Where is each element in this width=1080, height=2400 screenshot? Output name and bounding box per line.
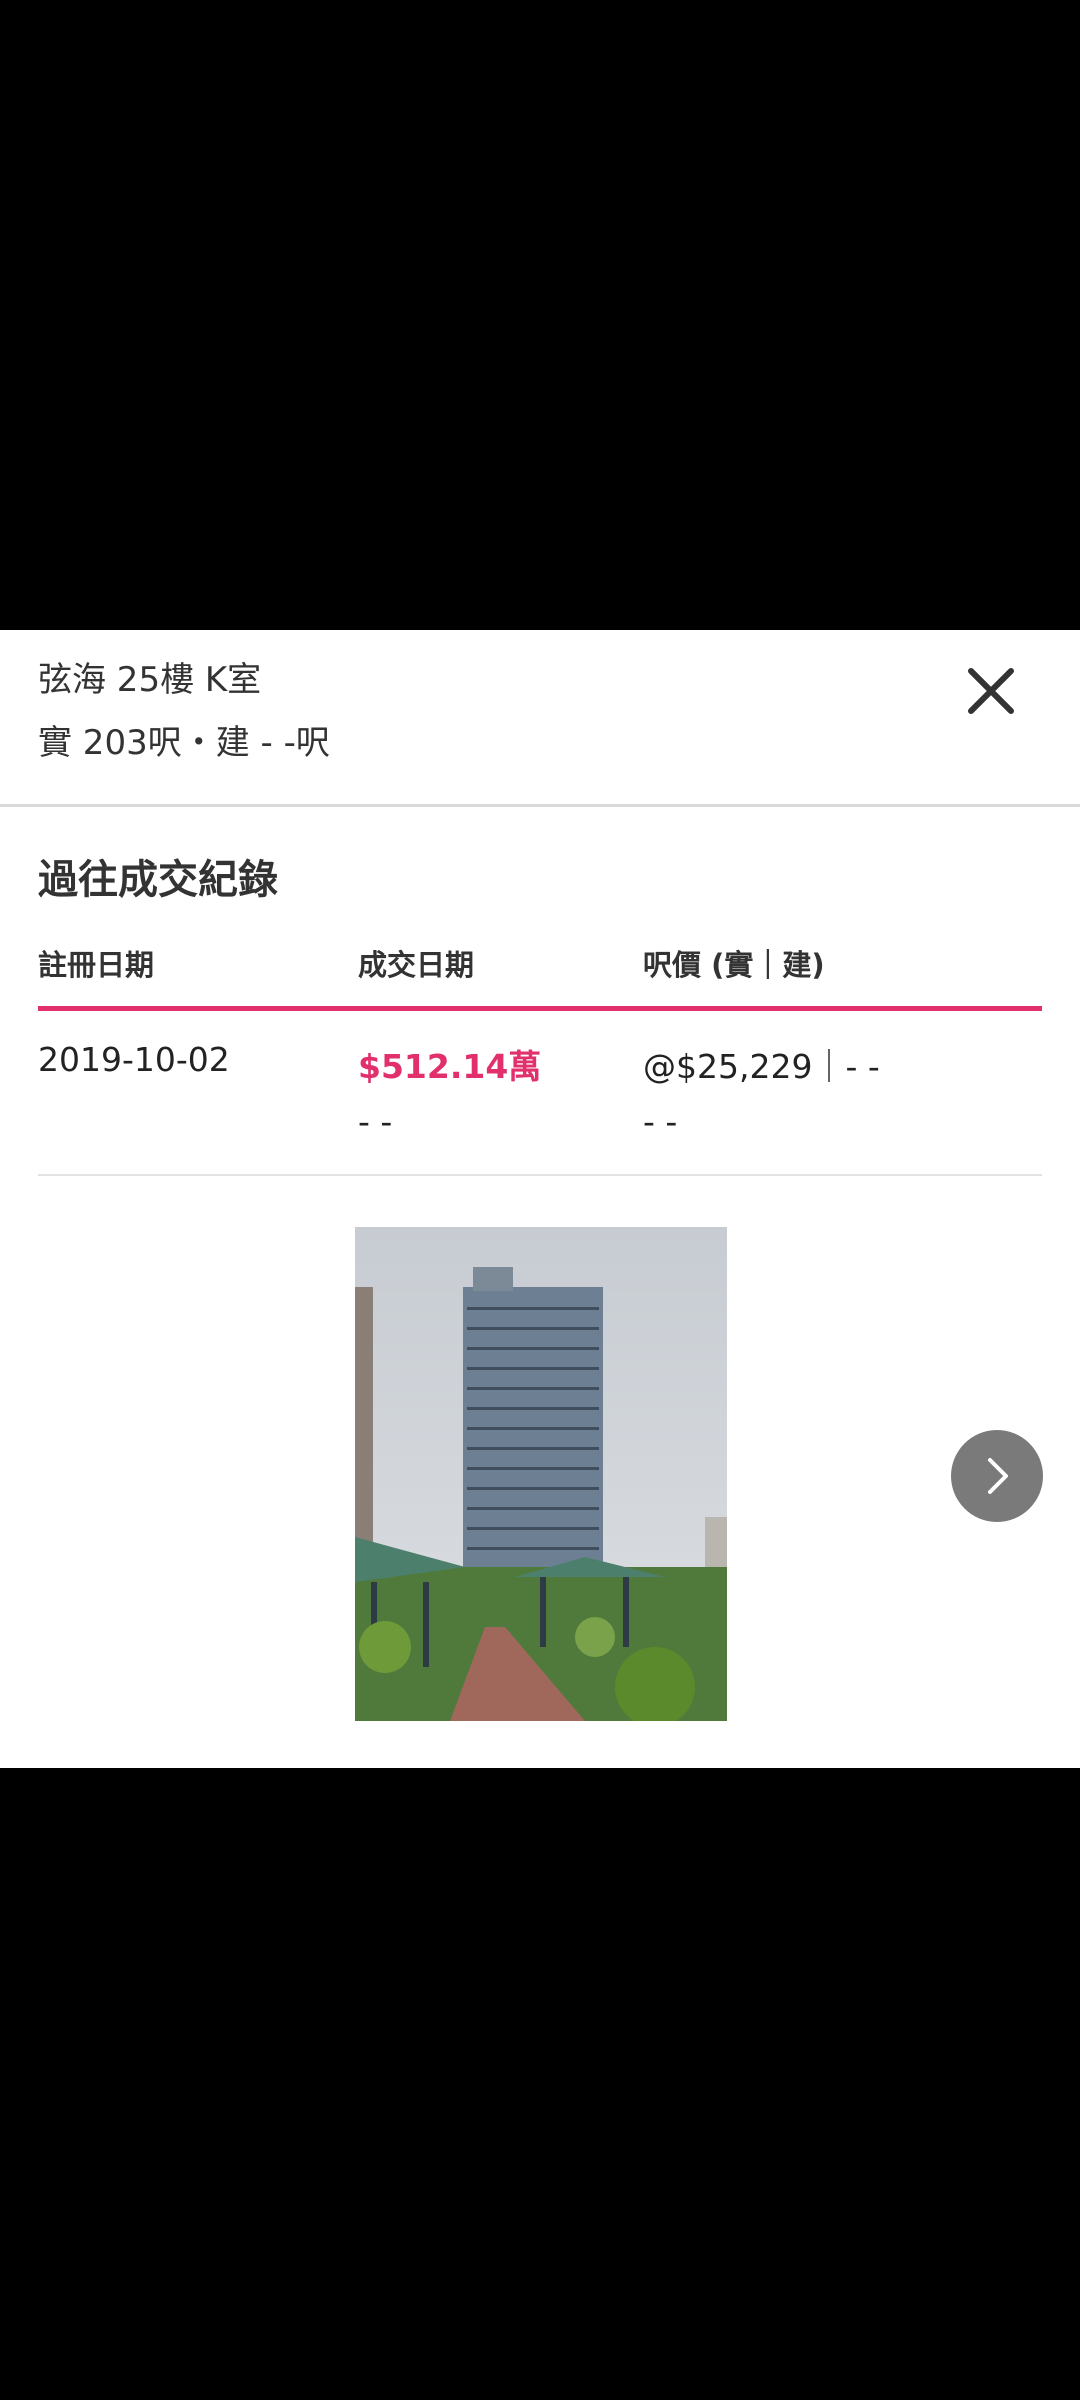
dim-overlay-top[interactable] (0, 0, 1080, 630)
header-underline (38, 1006, 1042, 1011)
building-photo-illustration (355, 1227, 727, 1721)
property-title: 弦海 25樓 K室 (38, 660, 262, 700)
chevron-right-icon (988, 1458, 1008, 1494)
property-area: 實 203呎・建 - -呎 (38, 723, 330, 763)
row-divider (38, 1174, 1042, 1176)
header-divider (0, 804, 1080, 807)
unit-price-value: @$25,229｜- - (643, 1047, 880, 1086)
section-title: 過往成交紀錄 (38, 857, 278, 903)
deal-date-value: - - (358, 1102, 393, 1141)
sheet-header: 弦海 25樓 K室 實 203呎・建 - -呎 (0, 630, 1080, 807)
next-photo-button[interactable] (951, 1430, 1043, 1522)
transaction-sheet: 弦海 25樓 K室 實 203呎・建 - -呎 過往成交紀錄 註冊日期 成交日期… (0, 630, 1080, 1768)
close-button[interactable] (960, 660, 1022, 722)
column-header-deal-date: 成交日期 (358, 948, 475, 982)
dim-overlay-bottom[interactable] (0, 1768, 1080, 2400)
column-header-unit-price: 呎價 (實｜建) (643, 948, 825, 982)
building-photo[interactable] (355, 1227, 727, 1721)
close-icon (968, 668, 1014, 714)
column-header-register-date: 註冊日期 (38, 948, 155, 982)
register-date-value: 2019-10-02 (38, 1040, 230, 1079)
build-price-value: - - (643, 1102, 678, 1141)
transaction-price: $512.14萬 (358, 1047, 542, 1086)
